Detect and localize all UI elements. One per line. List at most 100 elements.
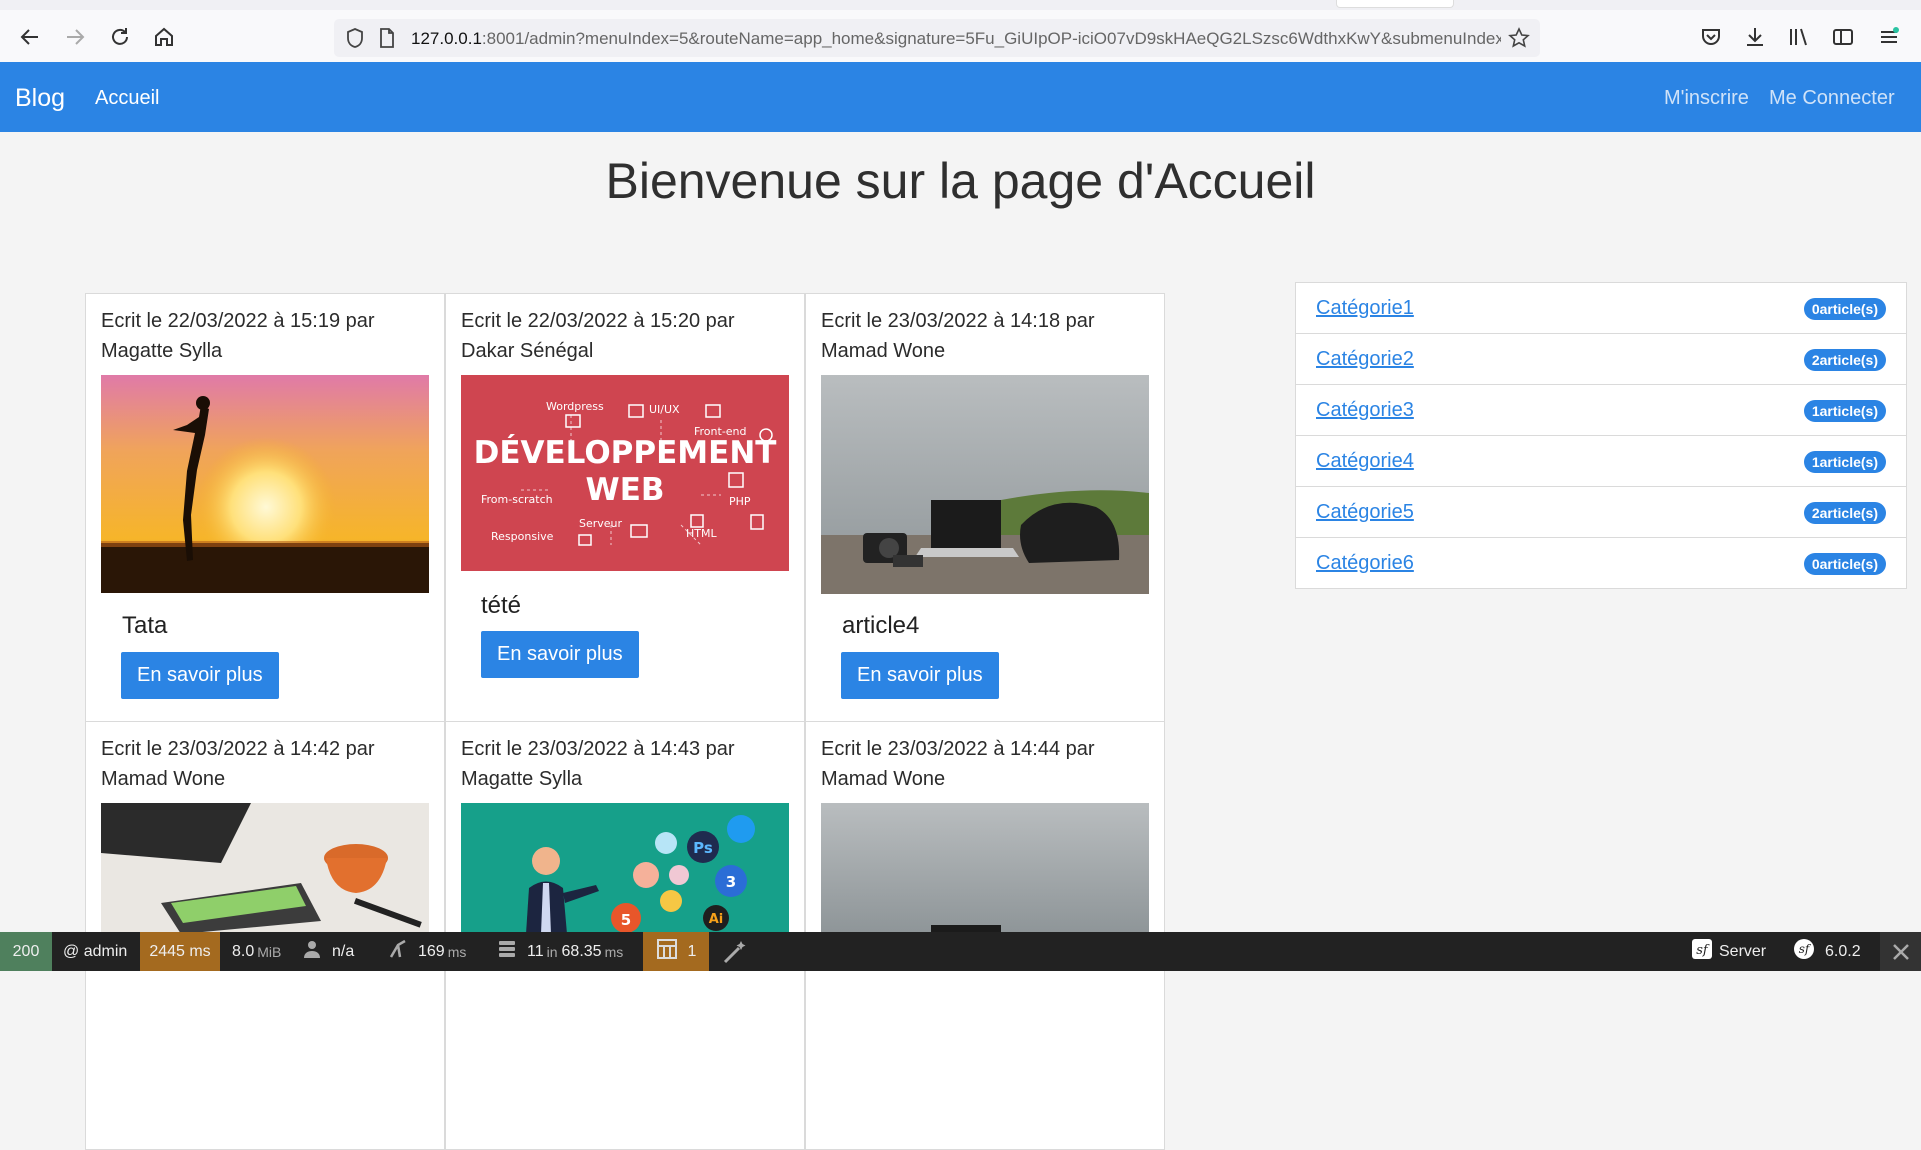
read-more-button[interactable]: En savoir plus xyxy=(481,631,639,678)
active-tab[interactable] xyxy=(1336,0,1454,8)
category-item: Catégorie5 2article(s) xyxy=(1296,487,1906,538)
back-icon[interactable] xyxy=(15,22,45,52)
css3-icon: 3 xyxy=(726,873,736,891)
sidebar-icon[interactable] xyxy=(1831,25,1855,49)
symfony-logo-icon: sf xyxy=(1793,938,1815,965)
auth-value: n/a xyxy=(332,942,355,960)
image-tag: PHP xyxy=(729,495,751,508)
debug-toolbar: 200 @ admin 2445 ms 8.0 MiB n/a 169 ms 11 … xyxy=(0,932,1921,971)
star-icon[interactable] xyxy=(1508,27,1530,49)
article-meta: Ecrit le 23/03/2022 à 14:44 par Mamad Wo… xyxy=(821,734,1161,794)
toolbar-db[interactable]: 11 in 68.35 ms xyxy=(497,932,623,971)
article-image-dev-web[interactable]: Wordpress UI/UX Front-end From-scratch P… xyxy=(461,375,789,571)
home-icon[interactable] xyxy=(149,22,179,52)
address-bar[interactable]: 127.0.0.1:8001/admin?menuIndex=5&routeNa… xyxy=(334,19,1540,57)
image-tag: Responsive xyxy=(491,530,554,543)
tab-strip xyxy=(0,0,1921,10)
brand-link[interactable]: Blog xyxy=(15,84,65,113)
article-author: Dakar Sénégal xyxy=(461,340,594,362)
article-date: Ecrit le 23/03/2022 à 14:44 par xyxy=(821,738,1095,760)
image-tag: UI/UX xyxy=(649,403,680,416)
toolbar-memory[interactable]: 8.0 MiB xyxy=(232,932,281,971)
pocket-icon[interactable] xyxy=(1699,25,1723,49)
shield-icon[interactable] xyxy=(344,27,366,49)
article-card: Ecrit le 23/03/2022 à 14:18 par Mamad Wo… xyxy=(805,293,1165,722)
article-meta: Ecrit le 23/03/2022 à 14:42 par Mamad Wo… xyxy=(101,734,441,794)
nav-login-link[interactable]: Me Connecter xyxy=(1769,87,1895,110)
toolbar-version[interactable]: sf 6.0.2 xyxy=(1793,932,1861,971)
article-date: Ecrit le 23/03/2022 à 14:42 par xyxy=(101,738,375,760)
queries-time: 169 xyxy=(418,942,445,960)
category-item: Catégorie6 0article(s) xyxy=(1296,538,1906,588)
menu-icon[interactable] xyxy=(1877,25,1901,49)
photoshop-icon: Ps xyxy=(693,839,713,857)
read-more-button[interactable]: En savoir plus xyxy=(841,652,999,699)
toolbar-time[interactable]: 2445 ms xyxy=(140,932,220,971)
category-item: Catégorie1 0article(s) xyxy=(1296,283,1906,334)
url-text[interactable]: 127.0.0.1:8001/admin?menuIndex=5&routeNa… xyxy=(411,29,1501,49)
toolbar-twig[interactable]: 1 xyxy=(643,932,709,971)
nav-register-link[interactable]: M'inscrire xyxy=(1664,87,1749,110)
nav-home-link[interactable]: Accueil xyxy=(95,87,159,110)
article-card: Ecrit le 22/03/2022 à 15:20 par Dakar Sé… xyxy=(445,293,805,722)
article-author: Mamad Wone xyxy=(101,768,226,790)
branch-icon xyxy=(388,939,408,964)
url-path: :8001/admin?menuIndex=5&routeName=app_ho… xyxy=(481,29,1501,48)
browser-chrome: 127.0.0.1:8001/admin?menuIndex=5&routeNa… xyxy=(0,0,1921,63)
article-image-sunset[interactable] xyxy=(101,375,429,593)
article-count-badge: 1article(s) xyxy=(1803,451,1886,473)
category-item: Catégorie3 1article(s) xyxy=(1296,385,1906,436)
twig-count: 1 xyxy=(687,942,697,960)
article-author: Mamad Wone xyxy=(821,340,946,362)
article-card: Ecrit le 22/03/2022 à 15:19 par Magatte … xyxy=(85,293,445,722)
article-image-laptop[interactable] xyxy=(821,375,1149,594)
page-title: Bienvenue sur la page d'Accueil xyxy=(605,153,1316,209)
image-heading: WEB xyxy=(586,472,665,508)
category-link[interactable]: Catégorie6 xyxy=(1316,552,1414,575)
image-tag: From-scratch xyxy=(481,493,553,506)
toolbar-close-icon[interactable] xyxy=(1880,932,1921,971)
reload-icon[interactable] xyxy=(105,22,135,52)
toolbar-server[interactable]: sf Server xyxy=(1691,932,1766,971)
article-count-badge: 2article(s) xyxy=(1803,502,1886,524)
db-time: 68.35 xyxy=(561,942,602,960)
category-link[interactable]: Catégorie1 xyxy=(1316,297,1414,320)
category-item: Catégorie2 2article(s) xyxy=(1296,334,1906,385)
illustrator-icon: Ai xyxy=(709,912,724,927)
article-count-badge: 0article(s) xyxy=(1803,298,1886,320)
download-icon[interactable] xyxy=(1743,25,1767,49)
category-link[interactable]: Catégorie3 xyxy=(1316,399,1414,422)
article-date: Ecrit le 23/03/2022 à 14:43 par xyxy=(461,738,735,760)
magic-wand-icon[interactable] xyxy=(722,932,748,971)
article-image-desk[interactable] xyxy=(101,803,429,934)
article-title: Tata xyxy=(122,612,168,639)
read-more-button[interactable]: En savoir plus xyxy=(121,652,279,699)
category-link[interactable]: Catégorie2 xyxy=(1316,348,1414,371)
article-author: Mamad Wone xyxy=(821,768,946,790)
article-image-laptop[interactable] xyxy=(821,803,1149,934)
article-title: tété xyxy=(481,592,522,619)
article-date: Ecrit le 22/03/2022 à 15:20 par xyxy=(461,310,735,332)
toolbar-user[interactable]: @ admin xyxy=(63,932,127,971)
category-link[interactable]: Catégorie4 xyxy=(1316,450,1414,473)
article-author: Magatte Sylla xyxy=(101,340,223,362)
image-tag: Serveur xyxy=(579,517,623,530)
article-date: Ecrit le 22/03/2022 à 15:19 par xyxy=(101,310,375,332)
status-code[interactable]: 200 xyxy=(0,932,52,971)
category-item: Catégorie4 1article(s) xyxy=(1296,436,1906,487)
queries-time-unit: ms xyxy=(447,943,467,960)
toolbar-auth[interactable]: n/a xyxy=(302,932,354,971)
db-in: in xyxy=(546,943,558,960)
library-icon[interactable] xyxy=(1787,25,1811,49)
twig-icon xyxy=(656,938,678,965)
db-count: 11 xyxy=(527,942,544,960)
article-count-badge: 1article(s) xyxy=(1803,400,1886,422)
article-meta: Ecrit le 22/03/2022 à 15:20 par Dakar Sé… xyxy=(461,306,801,366)
user-icon xyxy=(302,939,322,964)
page-icon[interactable] xyxy=(376,27,398,49)
html5-icon: 5 xyxy=(621,911,631,929)
article-image-designer[interactable]: Ps 3 5 Ai xyxy=(461,803,789,934)
forward-icon[interactable] xyxy=(60,22,90,52)
toolbar-queries[interactable]: 169 ms xyxy=(388,932,466,971)
category-link[interactable]: Catégorie5 xyxy=(1316,501,1414,524)
